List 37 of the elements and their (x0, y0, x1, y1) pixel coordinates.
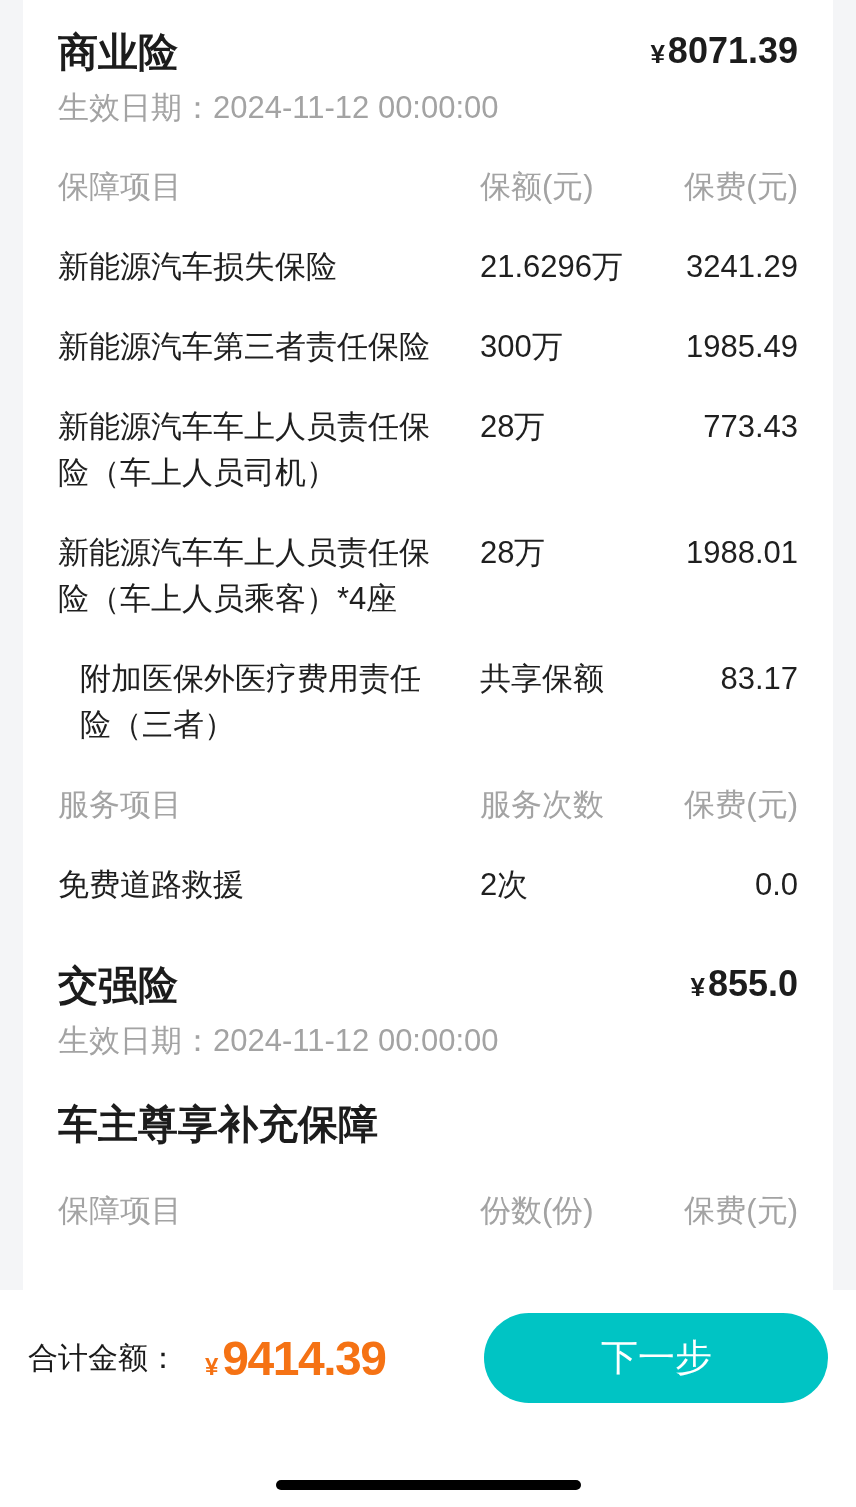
section-price: ¥855.0 (690, 961, 798, 1006)
coverage-name: 新能源汽车车上人员责任保险（车上人员司机） (58, 408, 431, 492)
effective-date: 生效日期：2024-11-12 00:00:00 (58, 89, 500, 127)
column-header: 份数(份) (480, 1192, 594, 1230)
premium-value: 83.17 (720, 660, 798, 698)
column-header: 保障项目 (58, 1192, 182, 1230)
column-header: 服务次数 (480, 786, 604, 824)
coverage-amount: 300万 (480, 328, 563, 366)
coverage-name: 附加医保外医疗费用责任险（三者） (80, 660, 422, 744)
section-price: ¥8071.39 (650, 28, 798, 73)
section-title: 商业险 (58, 29, 178, 76)
column-header: 保费(元) (684, 168, 798, 206)
premium-value: 3241.29 (685, 248, 798, 286)
section-title: 车主尊享补充保障 (58, 1101, 378, 1148)
effective-date: 生效日期：2024-11-12 00:00:00 (58, 1022, 500, 1060)
premium-value: 0.0 (754, 866, 798, 904)
column-header: 保费(元) (684, 1192, 798, 1230)
coverage-name: 新能源汽车第三者责任保险 (58, 328, 430, 366)
coverage-amount: 2次 (480, 866, 529, 904)
coverage-amount: 21.6296万 (480, 248, 624, 286)
column-header: 保额(元) (480, 168, 594, 206)
column-header: 服务项目 (58, 786, 182, 824)
coverage-name: 免费道路救援 (58, 866, 244, 904)
premium-value: 773.43 (703, 408, 798, 446)
premium-value: 1985.49 (685, 328, 798, 366)
next-button[interactable]: 下一步 (484, 1313, 828, 1403)
coverage-amount: 共享保额 (480, 660, 604, 698)
total-label: 合计金额： (28, 1339, 178, 1376)
coverage-name: 新能源汽车车上人员责任保险（车上人员乘客）*4座 (58, 534, 431, 618)
total-price: ¥9414.39 (205, 1330, 386, 1386)
column-header: 保费(元) (684, 786, 798, 824)
premium-value: 1988.01 (685, 534, 798, 572)
column-header: 保障项目 (58, 168, 182, 206)
coverage-name: 新能源汽车损失保险 (58, 248, 337, 286)
coverage-amount: 28万 (480, 408, 546, 446)
section-title: 交强险 (58, 962, 178, 1009)
coverage-amount: 28万 (480, 534, 546, 572)
